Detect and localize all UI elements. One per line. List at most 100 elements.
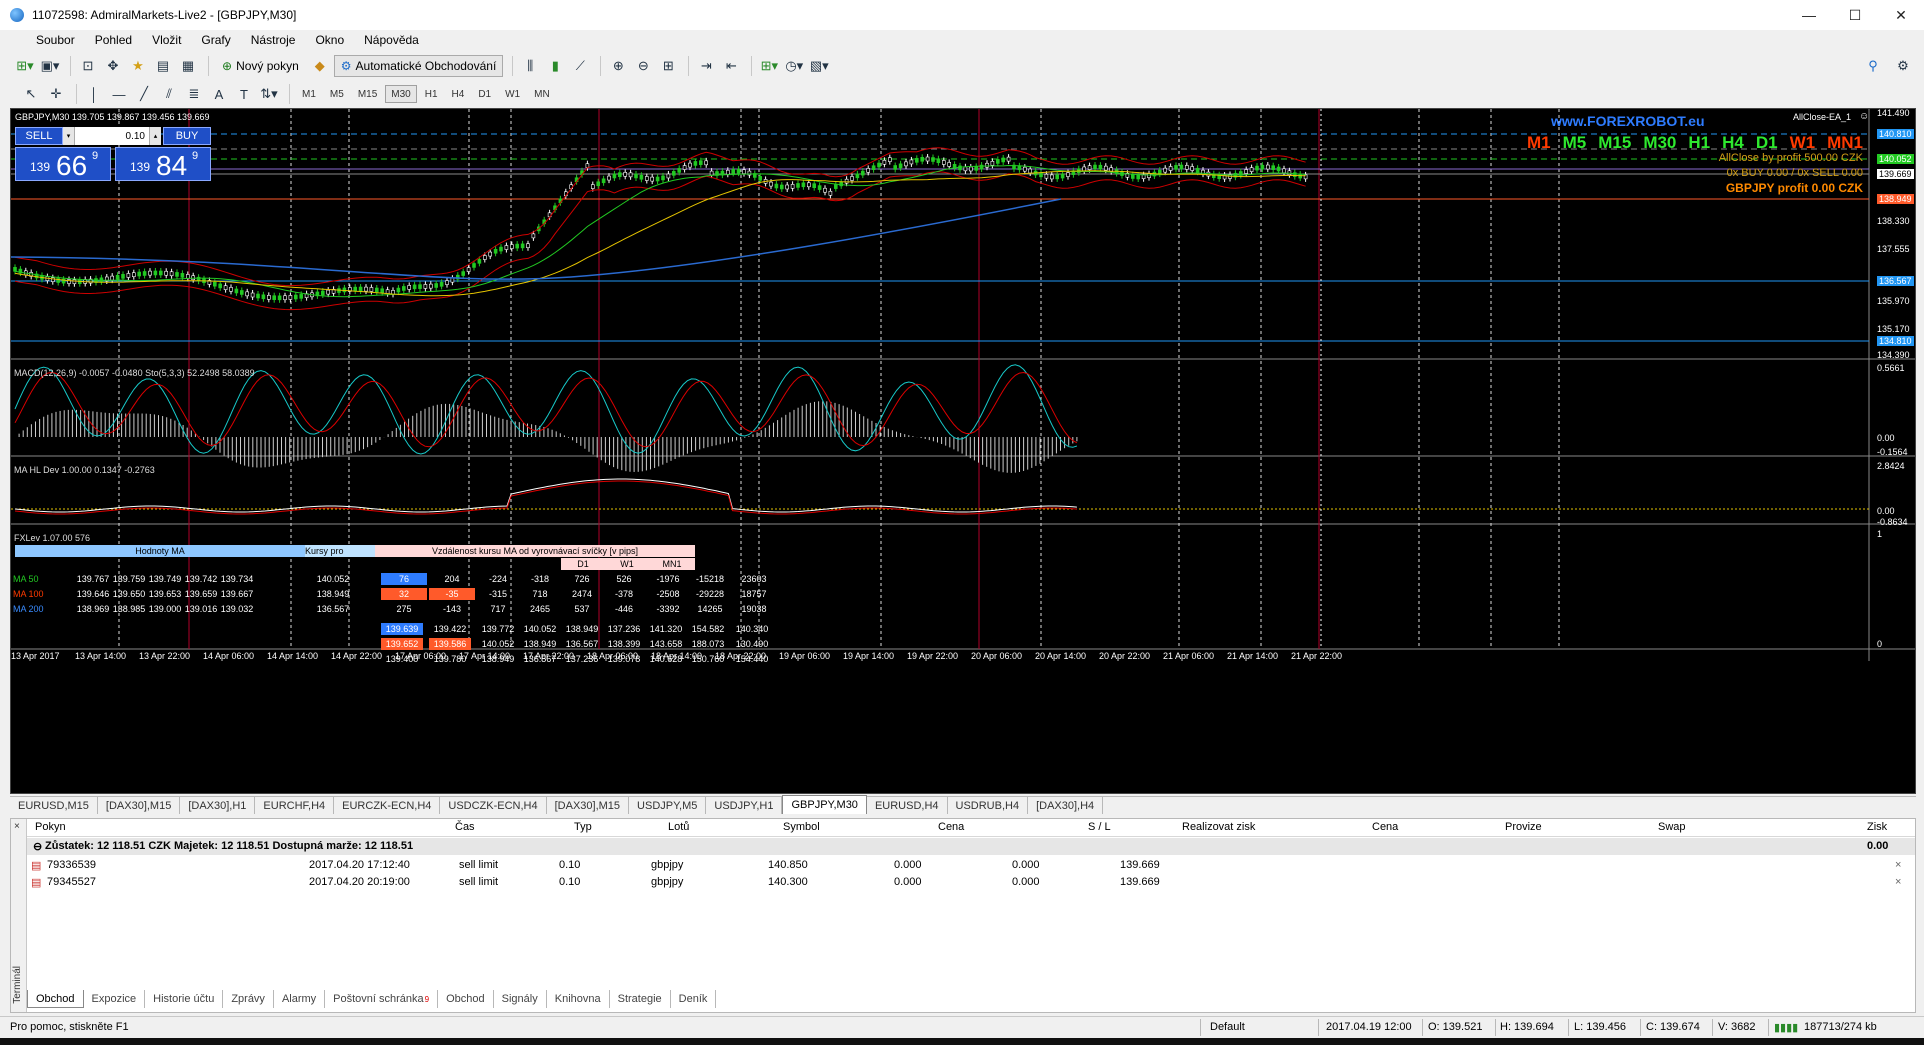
symbol-tab[interactable]: [DAX30],M15	[98, 797, 181, 814]
symbol-tab[interactable]: USDJPY,H1	[706, 797, 783, 814]
trendline-icon[interactable]: ╱	[133, 83, 155, 105]
menu-vlozit[interactable]: Vložit	[142, 33, 191, 47]
symbol-tab[interactable]: EURCHF,H4	[255, 797, 335, 814]
line-chart-icon[interactable]: ⟋	[569, 55, 591, 77]
data-window-icon[interactable]: ✥	[102, 55, 124, 77]
ask-price[interactable]: 139 84 9	[115, 147, 211, 181]
col-time[interactable]: Čas	[455, 821, 475, 833]
templates-icon[interactable]: ▧▾	[808, 55, 830, 77]
terminal-tab[interactable]: Zprávy	[223, 990, 274, 1008]
menu-napoveda[interactable]: Nápověda	[354, 33, 429, 47]
terminal-tab[interactable]: Poštovní schránka 9	[325, 990, 439, 1008]
terminal-tab[interactable]: Expozice	[84, 990, 146, 1008]
symbol-tab[interactable]: [DAX30],H1	[180, 797, 256, 814]
close-button[interactable]: ✕	[1878, 0, 1924, 30]
auto-trading-button[interactable]: ⚙ Automatické Obchodování	[333, 55, 504, 77]
tester-icon[interactable]: ▦	[177, 55, 199, 77]
tf-m15[interactable]: M15	[352, 85, 383, 103]
symbol-tab[interactable]: USDJPY,M5	[629, 797, 707, 814]
col-symbol[interactable]: Symbol	[783, 821, 820, 833]
col-commission[interactable]: Provize	[1505, 821, 1542, 833]
bid-price[interactable]: 139 66 9	[15, 147, 111, 181]
symbol-tab[interactable]: [DAX30],H4	[1028, 797, 1104, 814]
new-chart-icon[interactable]: ⊞▾	[14, 55, 36, 77]
terminal-tab[interactable]: Deník	[671, 990, 717, 1008]
symbol-tab[interactable]: EURCZK-ECN,H4	[334, 797, 441, 814]
menu-pohled[interactable]: Pohled	[85, 33, 142, 47]
col-price2[interactable]: Cena	[1372, 821, 1398, 833]
settings-icon[interactable]: ⚙	[1892, 55, 1914, 77]
buy-button[interactable]: BUY	[163, 127, 211, 145]
terminal-tab[interactable]: Signály	[494, 990, 547, 1008]
vertical-line-icon[interactable]: │	[83, 83, 105, 105]
profiles-icon[interactable]: ▣▾	[39, 55, 61, 77]
symbol-tab[interactable]: EURUSD,M15	[10, 797, 98, 814]
chart-canvas[interactable]	[11, 109, 1916, 794]
symbol-tab[interactable]: EURUSD,H4	[867, 797, 948, 814]
menu-okno[interactable]: Okno	[305, 33, 354, 47]
symbol-tab[interactable]: USDCZK-ECN,H4	[440, 797, 547, 814]
label-icon[interactable]: T	[233, 83, 255, 105]
autoscroll-icon[interactable]: ⇥	[695, 55, 717, 77]
channel-icon[interactable]: ⫽	[158, 83, 180, 105]
tf-h4[interactable]: H4	[446, 85, 471, 103]
col-sl[interactable]: S / L	[1088, 821, 1111, 833]
minimize-button[interactable]: —	[1786, 0, 1832, 30]
symbol-tab[interactable]: [DAX30],M15	[547, 797, 630, 814]
terminal-tab[interactable]: Knihovna	[547, 990, 610, 1008]
col-lots[interactable]: Lotů	[668, 821, 689, 833]
bar-chart-icon[interactable]: ⫼	[519, 55, 541, 77]
lot-up-icon[interactable]: ▴	[149, 127, 161, 145]
arrows-icon[interactable]: ⇅▾	[258, 83, 280, 105]
candle-chart-icon[interactable]: ▮	[544, 55, 566, 77]
symbol-tab[interactable]: USDRUB,H4	[948, 797, 1029, 814]
lot-down-icon[interactable]: ▾	[63, 127, 75, 145]
terminal-tab[interactable]: Strategie	[610, 990, 671, 1008]
col-tp[interactable]: Realizovat zisk	[1182, 821, 1255, 833]
menu-soubor[interactable]: Soubor	[18, 33, 85, 47]
navigator-icon[interactable]: ★	[127, 55, 149, 77]
col-order[interactable]: Pokyn	[35, 821, 66, 833]
tf-m1[interactable]: M1	[296, 85, 322, 103]
maximize-button[interactable]: ☐	[1832, 0, 1878, 30]
chart-window[interactable]: GBPJPY,M30 139.705 139.867 139.456 139.6…	[10, 108, 1916, 794]
terminal-tab[interactable]: Obchod	[27, 990, 84, 1008]
chart-shift-icon[interactable]: ⇤	[720, 55, 742, 77]
tile-windows-icon[interactable]: ⊞	[657, 55, 679, 77]
col-type[interactable]: Typ	[574, 821, 592, 833]
text-icon[interactable]: A	[208, 83, 230, 105]
zoom-in-icon[interactable]: ⊕	[607, 55, 629, 77]
tf-m5[interactable]: M5	[324, 85, 350, 103]
metaeditor-icon[interactable]: ◆	[309, 55, 331, 77]
new-order-button[interactable]: ⊕ Nový pokyn	[215, 55, 306, 77]
terminal-icon[interactable]: ▤	[152, 55, 174, 77]
periods-icon[interactable]: ◷▾	[783, 55, 805, 77]
col-swap[interactable]: Swap	[1658, 821, 1686, 833]
delete-order-icon[interactable]: ×	[1895, 859, 1901, 871]
tf-m30[interactable]: M30	[385, 85, 417, 103]
menu-grafy[interactable]: Grafy	[191, 33, 240, 47]
symbol-tab[interactable]: GBPJPY,M30	[782, 795, 867, 814]
col-price[interactable]: Cena	[938, 821, 964, 833]
fibonacci-icon[interactable]: ≣	[183, 83, 205, 105]
table-row[interactable]: ▤ 79345527 2017.04.20 20:19:00 sell limit 0.…	[27, 873, 1915, 893]
lot-input[interactable]: ▾ 0.10 ▴	[63, 127, 161, 145]
crosshair-icon[interactable]: ✛	[45, 83, 67, 105]
balance-row[interactable]: ⊖ Zůstatek: 12 118.51 CZK Majetek: 12 11…	[27, 838, 1915, 855]
terminal-tab[interactable]: Obchod	[438, 990, 494, 1008]
terminal-tab[interactable]: Historie účtu	[145, 990, 224, 1008]
tf-d1[interactable]: D1	[472, 85, 497, 103]
cursor-icon[interactable]: ↖	[20, 83, 42, 105]
indicators-icon[interactable]: ⊞▾	[758, 55, 780, 77]
sell-button[interactable]: SELL	[15, 127, 63, 145]
menu-nastroje[interactable]: Nástroje	[241, 33, 306, 47]
search-icon[interactable]: ⚲	[1862, 55, 1884, 77]
terminal-tab[interactable]: Alarmy	[274, 990, 326, 1008]
zoom-out-icon[interactable]: ⊖	[632, 55, 654, 77]
tf-mn[interactable]: MN	[528, 85, 556, 103]
tf-w1[interactable]: W1	[499, 85, 526, 103]
expand-icon[interactable]: ⊖	[33, 840, 42, 853]
tf-h1[interactable]: H1	[419, 85, 444, 103]
horizontal-line-icon[interactable]: ―	[108, 83, 130, 105]
col-profit[interactable]: Zisk	[1867, 821, 1887, 833]
